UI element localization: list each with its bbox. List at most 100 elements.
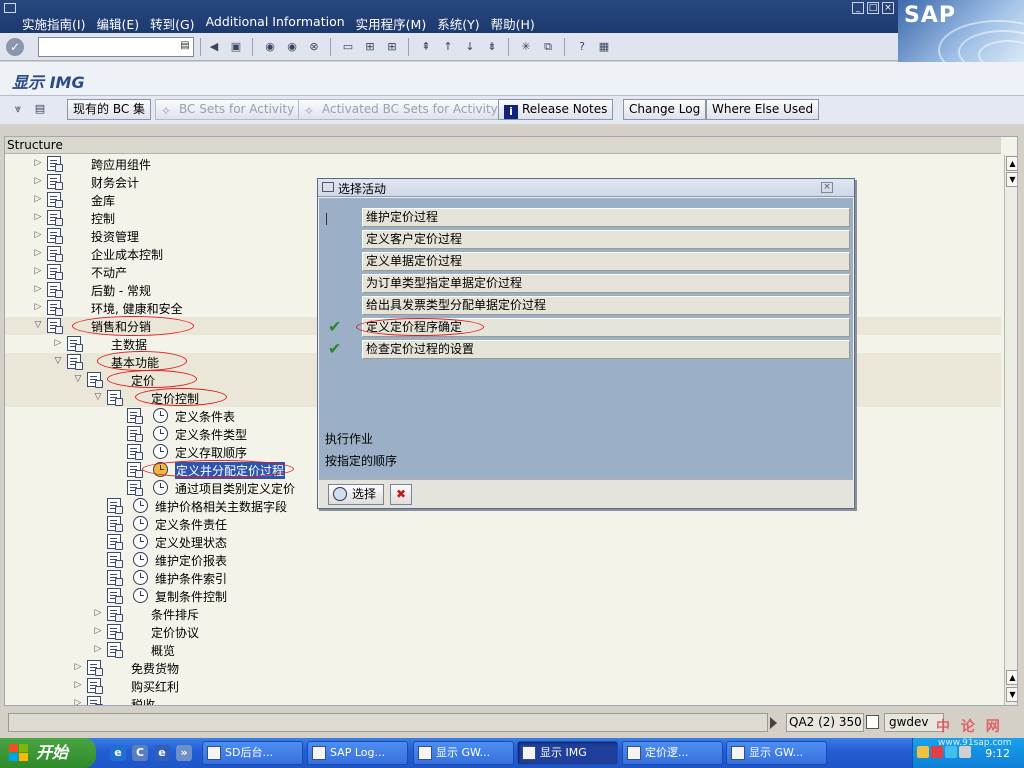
system-menu-icon[interactable] [4,3,16,13]
expand-node-icon[interactable]: ▷ [33,229,43,241]
tree-node[interactable]: 定义处理状态 [5,533,1001,551]
tree-node-label[interactable]: 销售和分销 [91,318,151,335]
document-icon[interactable] [47,174,63,190]
document-icon[interactable] [47,264,63,280]
execute-activity-icon[interactable] [153,480,168,495]
tree-node-label[interactable]: 定义条件责任 [155,516,227,533]
tree-node-label[interactable]: 控制 [91,210,115,227]
taskbar-window-button[interactable]: SAP Log... [307,741,408,765]
tree-node-label[interactable]: 金库 [91,192,115,209]
collapse-node-icon[interactable]: ▽ [93,391,103,403]
expand-node-icon[interactable]: ▷ [33,193,43,205]
taskbar-window-button[interactable]: 显示 GW... [726,741,827,765]
menu-item[interactable]: Additional Information [206,14,345,33]
execute-activity-icon[interactable] [153,426,168,441]
taskbar-window-button[interactable]: 定价逻... [622,741,723,765]
document-icon[interactable] [107,516,123,532]
tree-node-label[interactable]: 定义存取顺序 [175,444,247,461]
change-log-button[interactable]: Change Log [623,99,707,120]
tree-node-label[interactable]: 定义处理状态 [155,534,227,551]
expand-node-icon[interactable]: ▷ [93,625,103,637]
execute-activity-icon[interactable] [133,534,148,549]
tray-app-icon[interactable] [931,746,943,758]
back-arrow-icon[interactable]: ◀ [206,39,222,55]
document-icon[interactable] [107,642,123,658]
release-notes-button[interactable]: i Release Notes [498,99,614,120]
system-info[interactable]: QA2 (2) 350 [786,713,864,732]
document-icon[interactable] [127,444,143,460]
taskbar-window-button[interactable]: 显示 IMG [517,741,618,765]
find-next-icon[interactable]: ⊞ [384,39,400,55]
cancel-icon[interactable]: ⊗ [306,39,322,55]
collapse-node-icon[interactable]: ▽ [33,319,43,331]
status-expand-icon[interactable] [770,717,777,729]
collapse-node-icon[interactable]: ▽ [53,355,63,367]
execute-activity-icon[interactable] [133,588,148,603]
activity-item[interactable]: 维护定价过程 [362,208,850,227]
expand-node-icon[interactable]: ▷ [33,247,43,259]
save-icon[interactable]: ▣ [228,39,244,55]
document-icon[interactable] [107,588,123,604]
tree-node-label[interactable]: 维护条件索引 [155,570,227,587]
find-icon[interactable]: ⊞ [362,39,378,55]
expand-all-icon[interactable]: ⩔ [10,101,26,117]
expand-node-icon[interactable]: ▷ [33,211,43,223]
next-page-icon[interactable]: ↓ [462,39,478,55]
tree-node[interactable]: ▷ 免费货物 [5,659,1001,677]
tree-node[interactable]: ▷ 税收 [5,695,1001,705]
start-button[interactable]: 开始 [0,738,96,768]
execute-activity-icon[interactable] [133,570,148,585]
existing-bc-sets-button[interactable]: 现有的 BC 集 [67,99,152,120]
first-page-icon[interactable]: ⇞ [418,39,434,55]
expand-node-icon[interactable]: ▷ [33,175,43,187]
tree-node-label[interactable]: 定价控制 [151,390,199,407]
tree-node[interactable]: ▷ 跨应用组件 [5,155,1001,173]
show-desktop-icon[interactable]: » [176,745,192,761]
menu-item[interactable]: 编辑(E) [96,14,139,33]
document-icon[interactable] [47,192,63,208]
close-window-icon[interactable]: × [882,2,894,14]
layout-menu-icon[interactable]: ▦ [596,39,612,55]
document-icon[interactable] [87,372,103,388]
tree-node-label[interactable]: 定义条件类型 [175,426,247,443]
menu-item[interactable]: 帮助(H) [491,14,535,33]
document-icon[interactable] [107,390,123,406]
tree-node[interactable]: ▷ 购买红利 [5,677,1001,695]
activity-item[interactable]: 为订单类型指定单据定价过程 [362,274,850,293]
tree-node[interactable]: ▷ 条件排斥 [5,605,1001,623]
structure-icon[interactable]: ▤ [32,101,48,117]
choose-button[interactable]: 选择 [328,484,384,505]
where-else-used-button[interactable]: Where Else Used [706,99,820,120]
activity-item[interactable]: 给出具发票类型分配单据定价过程 [362,296,850,315]
tree-node[interactable]: 维护条件索引 [5,569,1001,587]
clock[interactable]: 9:12 [985,747,1010,760]
scroll-down-icon[interactable]: ▼ [1006,172,1017,187]
internet-explorer-icon[interactable]: e [110,745,126,761]
tree-node-label[interactable]: 定价协议 [151,624,199,641]
document-icon[interactable] [67,354,83,370]
document-icon[interactable] [107,534,123,550]
tray-network-icon[interactable] [945,746,957,758]
tree-node-label[interactable]: 通过项目类别定义定价 [175,480,295,497]
execute-activity-icon[interactable] [153,462,168,477]
tree-node-label[interactable]: 免费货物 [131,660,179,677]
execute-activity-icon[interactable] [133,498,148,513]
execute-activity-icon[interactable] [133,516,148,531]
tree-node[interactable]: 定义条件责任 [5,515,1001,533]
document-icon[interactable] [127,408,143,424]
expand-node-icon[interactable]: ▷ [93,643,103,655]
menu-item[interactable]: 系统(Y) [437,14,479,33]
print-icon[interactable]: ▭ [340,39,356,55]
document-icon[interactable] [47,246,63,262]
tree-node-label[interactable]: 主数据 [111,336,147,353]
menu-item[interactable]: 实施指南(I) [22,14,85,33]
vertical-scrollbar[interactable]: ▲ ▼ ▲ ▼ [1004,155,1017,705]
tree-node-label[interactable]: 定义条件表 [175,408,235,425]
taskbar-window-button[interactable]: SD后台... [202,741,303,765]
tree-node-label[interactable]: 财务会计 [91,174,139,191]
previous-page-icon[interactable]: ↑ [440,39,456,55]
tree-node-label[interactable]: 定价 [131,372,155,389]
dialog-close-icon[interactable]: × [821,182,833,193]
scroll-up-icon[interactable]: ▲ [1006,670,1017,685]
session-info-icon[interactable] [866,715,879,729]
